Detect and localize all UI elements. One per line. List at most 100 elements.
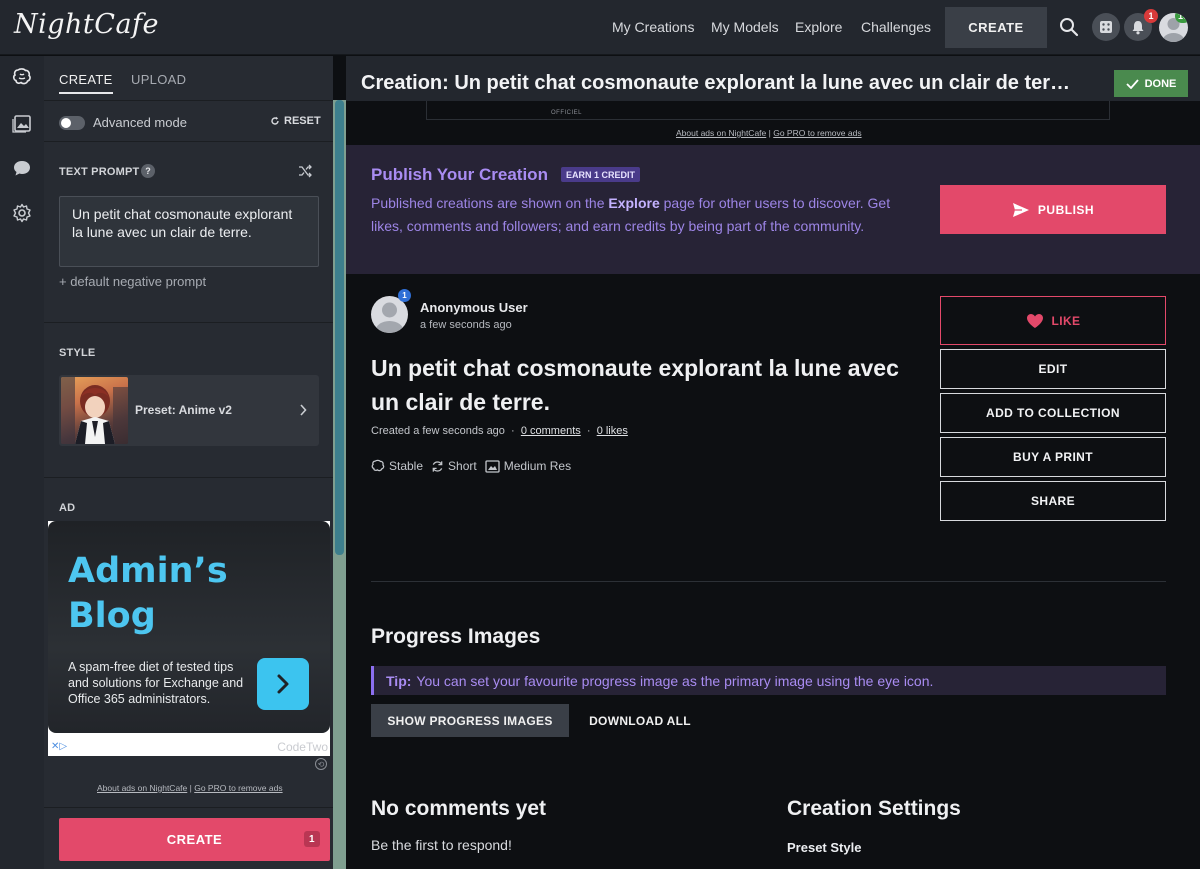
- sidebar-ad[interactable]: Admin’s Blog A spam-free diet of tested …: [48, 521, 330, 756]
- divider: [44, 322, 333, 323]
- panel-scrollbar-thumb[interactable]: [335, 100, 344, 555]
- tab-create[interactable]: CREATE: [59, 72, 113, 94]
- gallery-icon[interactable]: [11, 112, 33, 134]
- explore-link[interactable]: Explore: [608, 195, 659, 211]
- add-to-collection-button[interactable]: ADD TO COLLECTION: [940, 393, 1166, 433]
- nightcafe-logo[interactable]: NightCafe: [14, 9, 159, 40]
- ad-footer-separator: |: [189, 783, 192, 793]
- progress-images-heading: Progress Images: [371, 625, 541, 648]
- resolution-icon: [485, 459, 500, 473]
- tag-stable: Stable: [371, 459, 423, 473]
- profile-credit-badge: 10: [1174, 13, 1188, 23]
- about-ads-link[interactable]: About ads on NightCafe: [97, 783, 187, 793]
- reset-button[interactable]: RESET: [270, 115, 321, 127]
- share-button[interactable]: SHARE: [940, 481, 1166, 521]
- sidebar-ad-footer: About ads on NightCafe | Go PRO to remov…: [97, 783, 283, 793]
- text-prompt-input[interactable]: Un petit chat cosmonaute explorant la lu…: [59, 196, 319, 267]
- top-ad-banner[interactable]: OFFICIEL: [426, 101, 1110, 120]
- ad-title: Admin’s Blog: [68, 551, 228, 636]
- nav-link-explore[interactable]: Explore: [795, 19, 842, 35]
- tag-short: Short: [431, 459, 477, 473]
- earn-credit-badge: EARN 1 CREDIT: [561, 167, 641, 182]
- tab-upload[interactable]: UPLOAD: [131, 72, 186, 87]
- done-button[interactable]: DONE: [1114, 70, 1188, 97]
- go-pro-link[interactable]: Go PRO to remove ads: [194, 783, 282, 793]
- style-label: STYLE: [59, 347, 96, 359]
- creation-title: Un petit chat cosmonaute explorant la lu…: [371, 355, 899, 415]
- gear-icon[interactable]: [11, 202, 33, 224]
- creation-settings-heading: Creation Settings: [787, 797, 961, 820]
- brain-icon: [371, 459, 385, 472]
- like-label: LIKE: [1051, 313, 1081, 328]
- publish-title: Publish Your Creation: [371, 165, 548, 184]
- tip-text: You can set your favourite progress imag…: [416, 672, 934, 689]
- publish-button[interactable]: PUBLISH: [940, 185, 1166, 234]
- bell-icon[interactable]: 1: [1124, 9, 1158, 41]
- tip-banner: Tip: You can set your favourite progress…: [371, 666, 1166, 695]
- nav-link-challenges[interactable]: Challenges: [861, 19, 931, 35]
- ad-arrow-button[interactable]: [257, 658, 309, 710]
- go-pro-link[interactable]: Go PRO to remove ads: [773, 128, 861, 138]
- top-navbar: NightCafe My Creations My Models Explore…: [0, 0, 1200, 55]
- publish-text-before: Published creations are shown on the: [371, 195, 609, 211]
- publish-panel: Publish Your Creation EARN 1 CREDIT Publ…: [346, 145, 1200, 274]
- dice-icon[interactable]: [1092, 13, 1120, 41]
- tag-medium-res: Medium Res: [485, 459, 571, 473]
- notification-badge: 1: [1144, 9, 1158, 23]
- publish-label: PUBLISH: [1037, 202, 1095, 217]
- like-button[interactable]: LIKE: [940, 296, 1166, 345]
- likes-link[interactable]: 0 likes: [597, 425, 628, 437]
- send-icon: [1012, 202, 1029, 217]
- main-ad-footer: About ads on NightCafe | Go PRO to remov…: [676, 128, 862, 138]
- reset-icon: [271, 116, 279, 125]
- nav-link-my-models[interactable]: My Models: [711, 19, 779, 35]
- ad-text: A spam-free diet of tested tips and solu…: [68, 660, 244, 706]
- adchoices-icon[interactable]: ✕▷: [51, 741, 67, 752]
- ad-label: AD: [59, 502, 76, 514]
- user-timestamp: a few seconds ago: [420, 319, 512, 331]
- meta-separator: ·: [511, 425, 515, 437]
- tag-label: Stable: [389, 459, 424, 473]
- edit-button[interactable]: EDIT: [940, 349, 1166, 389]
- ad-info-icon[interactable]: ⟲: [315, 758, 327, 770]
- refresh-icon: [432, 460, 443, 472]
- tag-label: Medium Res: [503, 459, 572, 473]
- ad-brand: CodeTwo: [277, 740, 328, 754]
- chevron-right-icon: [277, 674, 289, 694]
- publish-description: Published creations are shown on the Exp…: [371, 192, 916, 238]
- brain-icon[interactable]: [11, 66, 33, 88]
- style-preset-name: Preset: Anime v2: [135, 403, 232, 417]
- create-panel: CREATE UPLOAD Advanced mode RESET TEXT P…: [44, 56, 333, 869]
- profile-avatar[interactable]: 10: [1159, 13, 1188, 42]
- meta-separator: ·: [586, 425, 591, 437]
- advanced-mode-toggle[interactable]: [59, 116, 85, 130]
- comments-link[interactable]: 0 comments: [521, 425, 581, 437]
- creation-header: Creation: Un petit chat cosmonaute explo…: [346, 56, 1200, 101]
- style-thumbnail: [61, 377, 128, 444]
- tip-label: Tip:: [386, 672, 412, 689]
- negative-prompt-link[interactable]: + default negative prompt: [59, 274, 206, 289]
- heart-icon: [1026, 313, 1043, 328]
- creation-tags: Stable Short Medium Res: [371, 459, 571, 473]
- user-name[interactable]: Anonymous User: [420, 300, 528, 315]
- shuffle-icon[interactable]: [298, 164, 312, 183]
- ad-card[interactable]: Admin’s Blog A spam-free diet of tested …: [48, 521, 330, 733]
- chat-icon[interactable]: [11, 157, 33, 179]
- create-button[interactable]: CREATE 1: [59, 818, 330, 861]
- style-preset-card[interactable]: Preset: Anime v2: [59, 375, 319, 446]
- nav-create-button[interactable]: CREATE: [945, 7, 1047, 48]
- about-ads-link[interactable]: About ads on NightCafe: [676, 128, 766, 138]
- user-level-badge: 1: [398, 289, 411, 302]
- help-icon[interactable]: ?: [141, 164, 155, 178]
- buy-print-button[interactable]: BUY A PRINT: [940, 437, 1166, 477]
- left-rail: [0, 56, 44, 869]
- create-cost-badge: 1: [304, 831, 320, 847]
- check-icon: [1125, 78, 1139, 89]
- creation-meta: Created a few seconds ago · 0 comments ·…: [371, 425, 628, 437]
- nav-link-my-creations[interactable]: My Creations: [612, 19, 694, 35]
- search-icon[interactable]: [1058, 16, 1080, 38]
- create-button-label: CREATE: [166, 832, 223, 847]
- download-all-button[interactable]: DOWNLOAD ALL: [576, 704, 704, 737]
- show-progress-images-button[interactable]: SHOW PROGRESS IMAGES: [371, 704, 569, 737]
- comments-subtext: Be the first to respond!: [371, 837, 512, 853]
